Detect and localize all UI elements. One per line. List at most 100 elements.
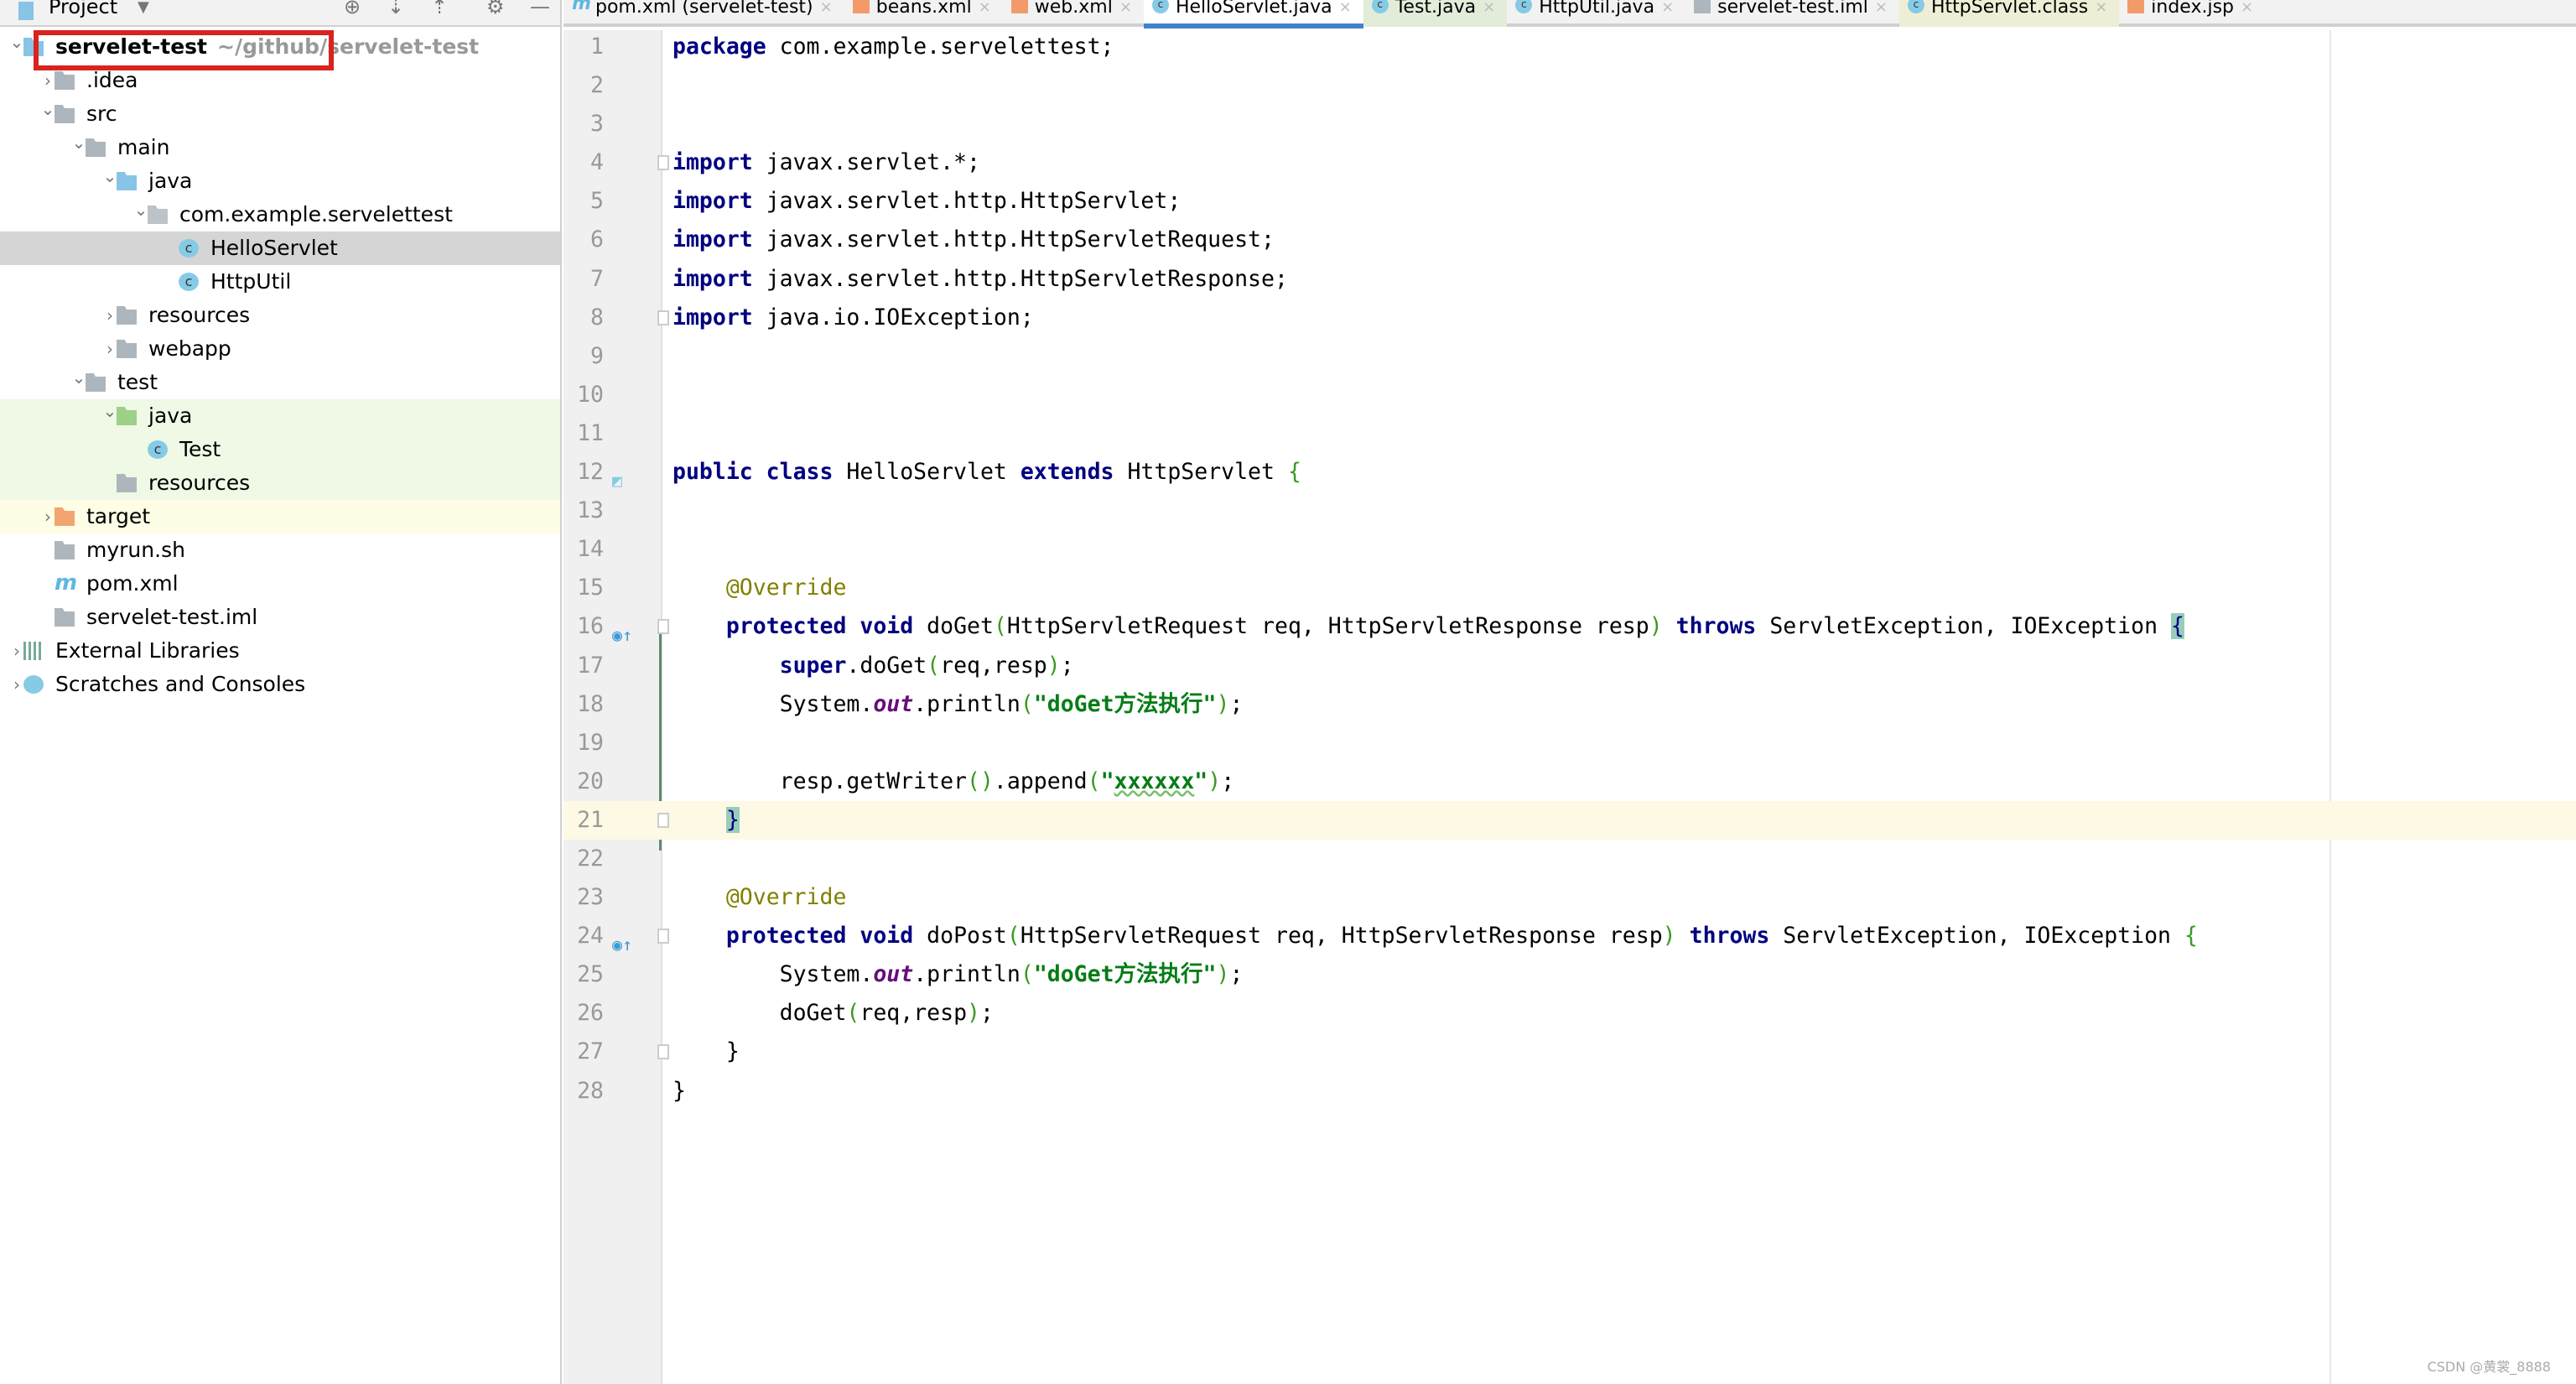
code-line[interactable]: 10	[564, 376, 2576, 414]
code-editor[interactable]: 1 package com.example.servelettest; 2 3 4 imp…	[564, 28, 2576, 1111]
tab-pom-xml-servelet-test-[interactable]: m pom.xml (servelet-test) ×	[564, 0, 844, 27]
code-line[interactable]: 16 ◉↑ protected void doGet(HttpServletReq…	[564, 607, 2576, 646]
code-line[interactable]: 17 super.doGet(req,resp);	[564, 647, 2576, 685]
chevron-right-icon[interactable]: ›	[39, 500, 56, 533]
code-token: super	[779, 652, 847, 679]
code-line[interactable]: 11	[564, 414, 2576, 453]
code-line[interactable]: 28}	[564, 1072, 2576, 1111]
code-token: doGet	[673, 1000, 847, 1027]
tree-item[interactable]: › .idea	[0, 64, 560, 97]
code-line[interactable]: 23 @Override	[564, 878, 2576, 917]
chevron-down-icon[interactable]: ⌄	[101, 159, 118, 193]
fold-marker-icon[interactable]	[657, 1044, 669, 1060]
tree-item[interactable]: ⌄ java	[0, 399, 560, 433]
tree-item[interactable]: › resources	[0, 299, 560, 332]
fold-marker-icon[interactable]	[657, 812, 669, 828]
tab-test-java[interactable]: c Test.java ×	[1363, 0, 1508, 27]
tree-item[interactable]: m pom.xml	[0, 567, 560, 601]
tab-beans-xml[interactable]: beans.xml ×	[844, 0, 1003, 27]
fold-marker-icon[interactable]	[657, 310, 669, 325]
line-number: 12	[577, 459, 604, 486]
project-view-title[interactable]: Project	[49, 0, 117, 18]
close-tab-icon[interactable]: ×	[1119, 0, 1132, 27]
code-token: javax.servlet.http.HttpServletResponse;	[752, 265, 1288, 292]
close-tab-icon[interactable]: ×	[1483, 0, 1495, 27]
chevron-down-icon[interactable]: ⌄	[39, 92, 56, 126]
code-line[interactable]: 1 package com.example.servelettest;	[564, 28, 2576, 66]
close-tab-icon[interactable]: ×	[1661, 0, 1674, 27]
tab-httpservlet-class[interactable]: c HttpServlet.class ×	[1898, 0, 2120, 27]
close-tab-icon[interactable]: ×	[1875, 0, 1888, 27]
code-line[interactable]: 4 import javax.servlet.*;	[564, 143, 2576, 182]
line-number: 24	[577, 923, 604, 950]
tab-servelet-test-iml[interactable]: servelet-test.iml ×	[1685, 0, 1899, 27]
tree-item[interactable]: resources	[0, 466, 560, 500]
tree-item[interactable]: c HelloServlet	[0, 232, 560, 265]
code-line[interactable]: 26 doGet(req,resp);	[564, 994, 2576, 1033]
chevron-down-icon[interactable]: ⌄	[70, 126, 87, 159]
locate-icon[interactable]: ⊕	[344, 0, 361, 18]
code-line[interactable]: 24 ◉↑ protected void doPost(HttpServletRe…	[564, 917, 2576, 955]
code-line[interactable]: 21 }	[564, 800, 2576, 840]
line-number: 27	[577, 1038, 604, 1065]
tree-item[interactable]: c Test	[0, 433, 560, 466]
close-tab-icon[interactable]: ×	[979, 0, 991, 27]
chevron-right-icon[interactable]: ›	[8, 634, 25, 668]
code-line[interactable]: 19	[564, 724, 2576, 762]
close-tab-icon[interactable]: ×	[2241, 0, 2253, 27]
tree-item[interactable]: ⌄ java	[0, 164, 560, 198]
jsp-icon	[2127, 0, 2145, 13]
code-line[interactable]: 9	[564, 337, 2576, 376]
tree-item[interactable]: ⌄ servelet-test ~/github/servelet-test	[0, 30, 560, 64]
code-line[interactable]: 14	[564, 530, 2576, 569]
tree-item[interactable]: › target	[0, 500, 560, 533]
code-line[interactable]: 27 }	[564, 1033, 2576, 1071]
close-tab-icon[interactable]: ×	[820, 0, 833, 27]
fold-marker-icon[interactable]	[657, 155, 669, 171]
code-line[interactable]: 20 resp.getWriter().append("xxxxxx");	[564, 762, 2576, 801]
code-line[interactable]: 6 import javax.servlet.http.HttpServletRe…	[564, 221, 2576, 259]
code-token: ;	[1221, 767, 1235, 794]
chevron-down-icon[interactable]: ⌄	[132, 193, 149, 226]
code-line[interactable]: 7 import javax.servlet.http.HttpServletRe…	[564, 260, 2576, 299]
code-line[interactable]: 15 @Override	[564, 569, 2576, 607]
tree-item[interactable]: › External Libraries	[0, 634, 560, 668]
minimize-icon[interactable]: —	[530, 0, 550, 18]
chevron-down-icon[interactable]: ⌄	[8, 25, 25, 59]
tree-item[interactable]: c HttpUtil	[0, 265, 560, 299]
tree-item[interactable]: ⌄ test	[0, 366, 560, 399]
fold-marker-icon[interactable]	[657, 929, 669, 944]
tree-item[interactable]: › Scratches and Consoles	[0, 668, 560, 701]
chevron-right-icon[interactable]: ›	[8, 668, 25, 701]
tab-web-xml[interactable]: web.xml ×	[1003, 0, 1144, 27]
code-line[interactable]: 3	[564, 105, 2576, 143]
tree-item[interactable]: ⌄ main	[0, 131, 560, 164]
chevron-right-icon[interactable]: ›	[101, 299, 118, 332]
code-line[interactable]: 22	[564, 840, 2576, 878]
code-line[interactable]: 13	[564, 492, 2576, 530]
code-line[interactable]: 18 System.out.println("doGet方法执行");	[564, 685, 2576, 724]
chevron-right-icon[interactable]: ›	[101, 332, 118, 366]
tab-label: servelet-test.iml	[1717, 0, 1868, 18]
close-tab-icon[interactable]: ×	[1339, 0, 1352, 23]
tab-index-jsp[interactable]: index.jsp ×	[2119, 0, 2265, 27]
fold-marker-icon[interactable]	[657, 619, 669, 635]
chevron-down-icon[interactable]: ⌄	[101, 394, 118, 428]
project-view-dropdown-icon[interactable]: ▼	[138, 0, 149, 16]
gear-icon[interactable]: ⚙	[486, 0, 505, 18]
tree-item[interactable]: servelet-test.iml	[0, 601, 560, 634]
expand-all-icon[interactable]: ⇣	[387, 0, 404, 18]
tree-item[interactable]: ⌄ com.example.servelettest	[0, 198, 560, 232]
code-line[interactable]: 5 import javax.servlet.http.HttpServlet;	[564, 182, 2576, 221]
tab-httputil-java[interactable]: c HttpUtil.java ×	[1507, 0, 1685, 27]
code-line[interactable]: 25 System.out.println("doGet方法执行");	[564, 955, 2576, 994]
tree-item[interactable]: myrun.sh	[0, 533, 560, 567]
chevron-down-icon[interactable]: ⌄	[70, 361, 87, 394]
code-line[interactable]: 8 import java.io.IOException;	[564, 299, 2576, 337]
code-line[interactable]: 2	[564, 66, 2576, 105]
code-text: import javax.servlet.http.HttpServletReq…	[673, 221, 1275, 259]
close-tab-icon[interactable]: ×	[2095, 0, 2107, 27]
tab-helloservlet-java[interactable]: c HelloServlet.java ×	[1143, 0, 1363, 29]
code-line[interactable]: 12 ◩ public class HelloServlet extends Htt…	[564, 453, 2576, 492]
collapse-all-icon[interactable]: ⇡	[431, 0, 448, 18]
